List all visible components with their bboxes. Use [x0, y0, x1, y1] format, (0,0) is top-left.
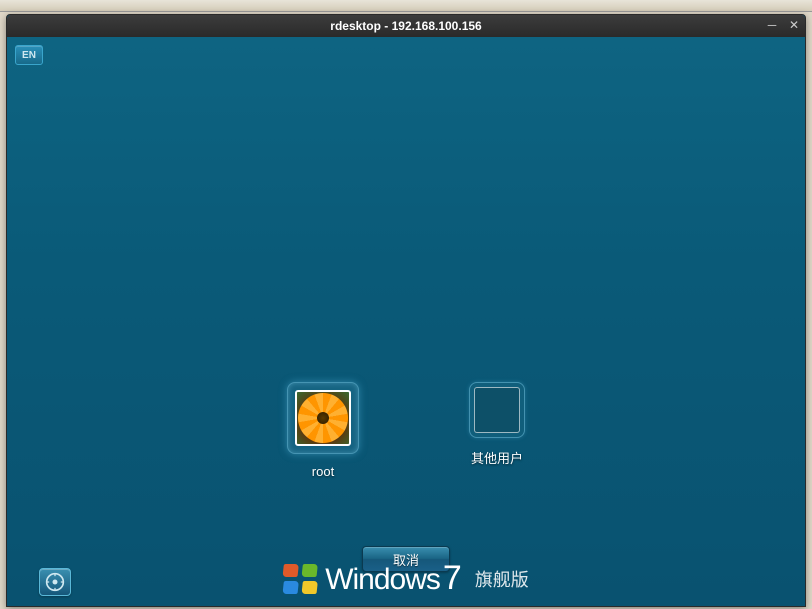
host-taskbar: [0, 0, 812, 12]
titlebar[interactable]: rdesktop - 192.168.100.156 ─ ✕: [7, 15, 805, 37]
avatar-blank: [474, 387, 520, 433]
branding: Windows7 旗舰版: [283, 559, 529, 598]
product-name: Windows: [325, 563, 440, 597]
language-indicator[interactable]: EN: [15, 45, 43, 65]
rdesktop-window: rdesktop - 192.168.100.156 ─ ✕ EN root 其: [6, 14, 806, 607]
user-label: 其他用户: [471, 448, 523, 467]
user-label: root: [312, 464, 334, 479]
product-version: 7: [443, 559, 461, 598]
minimize-button[interactable]: ─: [765, 18, 779, 32]
accessibility-icon: [45, 572, 65, 592]
window-title: rdesktop - 192.168.100.156: [330, 19, 481, 33]
ease-of-access-button[interactable]: [39, 568, 71, 596]
avatar: [295, 390, 351, 446]
login-screen: EN root 其他用户 取消: [7, 37, 805, 606]
titlebar-controls: ─ ✕: [765, 18, 801, 32]
close-button[interactable]: ✕: [787, 18, 801, 32]
brand-text: Windows7: [325, 559, 461, 598]
user-list: root 其他用户: [7, 382, 805, 479]
avatar-frame: [287, 382, 359, 454]
windows-logo-icon: [283, 564, 317, 594]
user-tile-root[interactable]: root: [287, 382, 359, 479]
flower-icon: [297, 392, 349, 444]
avatar-frame: [469, 382, 525, 438]
edition-label: 旗舰版: [475, 566, 529, 592]
user-tile-other[interactable]: 其他用户: [469, 382, 525, 479]
